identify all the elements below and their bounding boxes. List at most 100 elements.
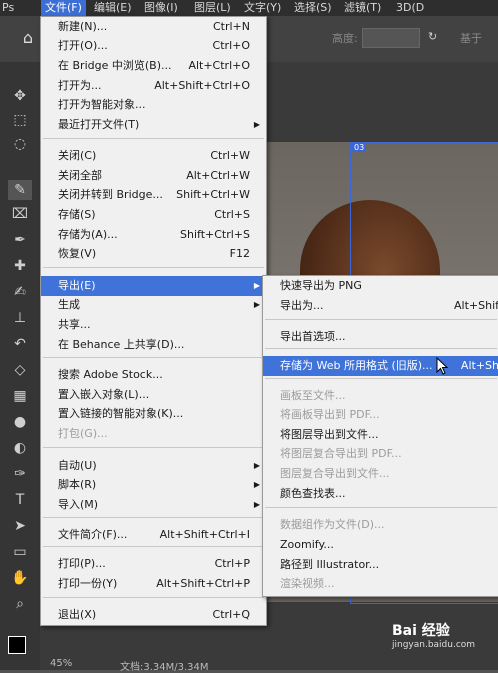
refresh-icon[interactable]: ↻	[428, 30, 437, 43]
menu-item[interactable]: 存储为(A)... Shift+Ctrl+S	[41, 225, 266, 245]
blur-tool-icon[interactable]: ●	[8, 412, 32, 432]
menu-item-label: 渲染视频...	[280, 577, 335, 590]
quick-select-tool-icon[interactable]: ✎	[8, 180, 32, 200]
submenu-arrow-icon: ▶	[253, 480, 260, 489]
menu-item-label: 导出(E)	[58, 279, 96, 292]
menu-item[interactable]: 关闭全部 Alt+Ctrl+W	[41, 166, 266, 186]
menu-item[interactable]: 在 Behance 上共享(D)...	[41, 335, 266, 355]
menu-item[interactable]: 文件简介(F)... Alt+Shift+Ctrl+I	[41, 525, 266, 545]
menu-item[interactable]: 导出(E) ▶	[41, 276, 266, 296]
menu-3d[interactable]: 3D(D	[396, 0, 424, 16]
based-on-label: 基于	[460, 32, 482, 45]
marquee-tool-icon[interactable]: ⬚	[8, 110, 32, 130]
eyedropper-tool-icon[interactable]: ✒	[8, 230, 32, 250]
menu-item-label: 在 Bridge 中浏览(B)...	[58, 59, 172, 72]
menu-item[interactable]: 搜索 Adobe Stock...	[41, 365, 266, 385]
menu-item[interactable]: 颜色查找表...	[263, 484, 498, 504]
artboard-label: 03	[352, 143, 367, 152]
menu-item[interactable]: 快速导出为 PNG	[263, 276, 498, 296]
menu-item[interactable]: 导出为... Alt+Shif	[263, 296, 498, 316]
menu-item[interactable]: 恢复(V) F12	[41, 244, 266, 264]
menu-item[interactable]: 渲染视频...	[263, 574, 498, 594]
submenu-arrow-icon: ▶	[253, 300, 260, 309]
menu-item[interactable]: 数据组作为文件(D)...	[263, 515, 498, 535]
menu-type[interactable]: 文字(Y)	[244, 0, 281, 16]
menu-item-label: 关闭(C)	[58, 149, 97, 162]
doc-size: 文档:3.34M/3.34M	[120, 662, 209, 673]
menu-item-shortcut: Shift+Ctrl+S	[180, 228, 250, 241]
menu-item-label: 打印一份(Y)	[58, 577, 118, 590]
menu-item[interactable]: 退出(X) Ctrl+Q	[41, 605, 266, 625]
menu-item[interactable]: 打印(P)... Ctrl+P	[41, 554, 266, 574]
height-field[interactable]	[362, 28, 420, 48]
menu-item[interactable]: 将画板导出到 PDF...	[263, 405, 498, 425]
menu-item[interactable]: 画板至文件...	[263, 386, 498, 406]
menu-layer[interactable]: 图层(L)	[194, 0, 231, 16]
home-icon[interactable]: ⌂	[18, 28, 38, 48]
dodge-tool-icon[interactable]: ◐	[8, 438, 32, 458]
lasso-tool-icon[interactable]: ◌	[8, 134, 32, 154]
zoom-tool-icon[interactable]: ⌕	[8, 594, 32, 614]
menu-item[interactable]: 关闭并转到 Bridge... Shift+Ctrl+W	[41, 185, 266, 205]
menu-separator	[43, 447, 264, 448]
menu-item[interactable]: 路径到 Illustrator...	[263, 555, 498, 575]
menu-item-shortcut: Ctrl+W	[210, 149, 250, 162]
menu-item[interactable]: 导入(M) ▶	[41, 495, 266, 515]
menu-item[interactable]: 图层复合导出到文件...	[263, 464, 498, 484]
brush-tool-icon[interactable]: ✍	[8, 282, 32, 302]
menu-item[interactable]: 存储(S) Ctrl+S	[41, 205, 266, 225]
menu-item-label: Zoomify...	[280, 538, 334, 551]
menu-item[interactable]: 打开为... Alt+Shift+Ctrl+O	[41, 76, 266, 96]
menu-item[interactable]: 打包(G)...	[41, 424, 266, 444]
menu-item-label: 颜色查找表...	[280, 487, 346, 500]
menu-item[interactable]: 关闭(C) Ctrl+W	[41, 146, 266, 166]
status-bar: 45% 文档:3.34M/3.34M	[40, 658, 498, 673]
crop-tool-icon[interactable]: ⌧	[8, 204, 32, 224]
menu-item[interactable]: 生成 ▶	[41, 295, 266, 315]
menu-item[interactable]: 脚本(R) ▶	[41, 475, 266, 495]
eraser-tool-icon[interactable]: ◇	[8, 360, 32, 380]
menu-ps-logo[interactable]: Ps	[2, 0, 14, 16]
menu-item-label: 在 Behance 上共享(D)...	[58, 338, 185, 351]
menu-item[interactable]: 在 Bridge 中浏览(B)... Alt+Ctrl+O	[41, 56, 266, 76]
menu-item[interactable]: 共享...	[41, 315, 266, 335]
menu-item[interactable]: 将图层导出到文件...	[263, 425, 498, 445]
menu-select[interactable]: 选择(S)	[294, 0, 332, 16]
foreground-color-swatch[interactable]	[8, 636, 26, 654]
menu-item[interactable]: 新建(N)... Ctrl+N	[41, 17, 266, 37]
menu-item[interactable]: 将图层复合导出到 PDF...	[263, 444, 498, 464]
menu-separator	[43, 267, 264, 268]
menu-item-shortcut: Ctrl+N	[212, 20, 250, 33]
menu-item[interactable]: 打印一份(Y) Alt+Shift+Ctrl+P	[41, 574, 266, 594]
menu-filter[interactable]: 滤镜(T)	[344, 0, 381, 16]
shape-tool-icon[interactable]: ▭	[8, 542, 32, 562]
menu-item[interactable]: 导出首选项...	[263, 327, 498, 347]
menu-item[interactable]: 打开为智能对象...	[41, 95, 266, 115]
menu-image[interactable]: 图像(I)	[144, 0, 178, 16]
healing-tool-icon[interactable]: ✚	[8, 256, 32, 276]
menu-item[interactable]: 最近打开文件(T) ▶	[41, 115, 266, 135]
hand-tool-icon[interactable]: ✋	[8, 568, 32, 588]
type-tool-icon[interactable]: T	[8, 490, 32, 510]
menu-item-label: 置入嵌入对象(L)...	[58, 388, 150, 401]
path-select-icon[interactable]: ➤	[8, 516, 32, 536]
menu-separator	[43, 597, 264, 598]
submenu-arrow-icon: ▶	[253, 281, 260, 290]
gradient-tool-icon[interactable]: ▦	[8, 386, 32, 406]
move-tool-icon[interactable]: ✥	[8, 86, 32, 106]
menu-item[interactable]: Zoomify...	[263, 535, 498, 555]
stamp-tool-icon[interactable]: ⊥	[8, 308, 32, 328]
menu-item[interactable]: 置入嵌入对象(L)...	[41, 385, 266, 405]
menu-item[interactable]: 置入链接的智能对象(K)...	[41, 404, 266, 424]
pen-tool-icon[interactable]: ✑	[8, 464, 32, 484]
menu-edit[interactable]: 编辑(E)	[94, 0, 132, 16]
menu-bar: Ps 文件(F) 编辑(E) 图像(I) 图层(L) 文字(Y) 选择(S) 滤…	[0, 0, 498, 16]
history-brush-icon[interactable]: ↶	[8, 334, 32, 354]
menu-item[interactable]: 存储为 Web 所用格式 (旧版)... Alt+Sh	[263, 356, 498, 376]
menu-item[interactable]: 自动(U) ▶	[41, 456, 266, 476]
menu-separator	[43, 546, 264, 547]
menu-item-shortcut: Alt+Shift+Ctrl+O	[154, 79, 250, 92]
menu-file[interactable]: 文件(F)	[41, 0, 86, 16]
menu-item[interactable]: 打开(O)... Ctrl+O	[41, 36, 266, 56]
menu-item-shortcut: Ctrl+S	[214, 208, 250, 221]
